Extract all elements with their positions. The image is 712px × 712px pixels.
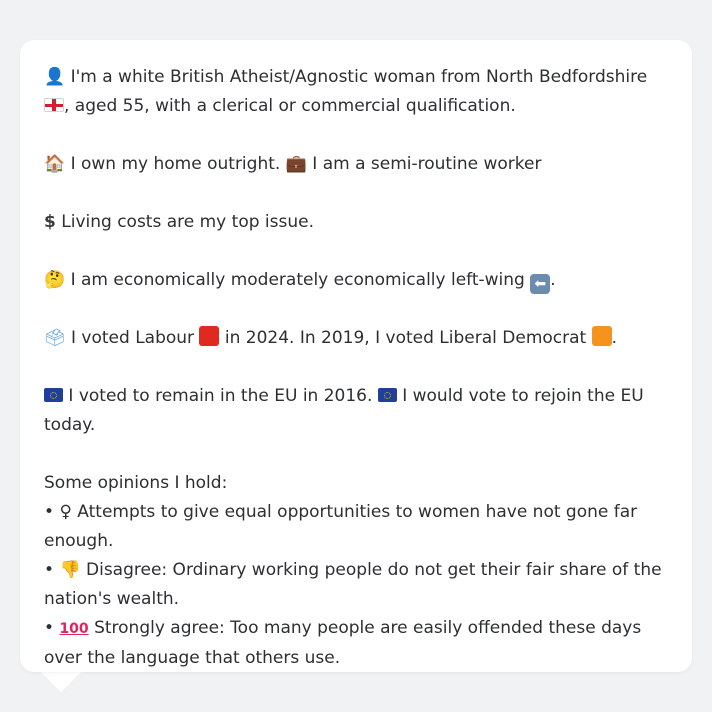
home-work-paragraph: 🏠 I own my home outright. 💼 I am a semi-… [44,150,668,179]
eu-2016-text: I voted to remain in the EU in 2016. [68,386,373,406]
female-sign-icon: ♀ [59,502,72,522]
hundred-points-icon: 100 [59,621,89,637]
left-arrow-icon: ⬅ [530,274,551,294]
thinking-face-icon: 🤔 [44,270,66,290]
libdem-orange-square-icon [591,326,612,346]
intro-text: I'm a white British Atheist/Agnostic wom… [70,67,648,87]
bullet: • [44,502,55,522]
opinion-item: • 👎 Disagree: Ordinary working people do… [44,556,668,614]
vote-paragraph: 🗳 I voted Labour in 2024. In 2019, I vot… [44,324,668,353]
opinion-item: • 100 Strongly agree: Too many people ar… [44,614,668,673]
opinion-text: Attempts to give equal opportunities to … [44,502,638,551]
economic-paragraph: 🤔 I am economically moderately economica… [44,266,668,295]
briefcase-icon: 💼 [285,154,307,174]
home-text: I own my home outright. [70,154,281,174]
labour-red-square-icon [199,326,220,346]
dollar-icon: $ [44,212,56,232]
economic-text: I am economically moderately economicall… [70,270,525,290]
persona-message-card: 👤 I'm a white British Atheist/Agnostic w… [20,40,692,672]
bullet: • [44,618,55,638]
person-icon: 👤 [44,67,66,87]
vote-tail: . [611,328,618,348]
speech-bubble-tail [40,671,82,692]
ballot-box-icon: 🗳 [44,328,66,348]
bullet: • [44,560,55,580]
issue-text: Living costs are my top issue. [61,212,314,232]
opinion-text: Disagree: Ordinary working people do not… [44,560,662,609]
thumbs-down-icon: 👎 [59,560,81,580]
vote-2024-pre-text: I voted Labour [71,328,195,348]
intro-paragraph: 👤 I'm a white British Atheist/Agnostic w… [44,63,668,121]
economic-tail: . [550,270,556,290]
issue-paragraph: $ Living costs are my top issue. [44,208,668,237]
vote-2024-post-text: in 2024. In 2019, I voted Liberal Democr… [224,328,587,348]
eu-flag-icon [377,388,397,402]
opinion-text: Strongly agree: Too many people are easi… [44,618,642,668]
work-text: I am a semi-routine worker [312,154,542,174]
opinion-item: • ♀ Attempts to give equal opportunities… [44,498,668,556]
england-flag-icon [44,98,64,112]
eu-paragraph: I voted to remain in the EU in 2016. I w… [44,382,668,440]
intro-tail-text: , aged 55, with a clerical or commercial… [64,96,516,116]
opinions-heading: Some opinions I hold: [44,473,228,493]
house-icon: 🏠 [44,154,66,174]
eu-flag-icon [44,388,63,402]
